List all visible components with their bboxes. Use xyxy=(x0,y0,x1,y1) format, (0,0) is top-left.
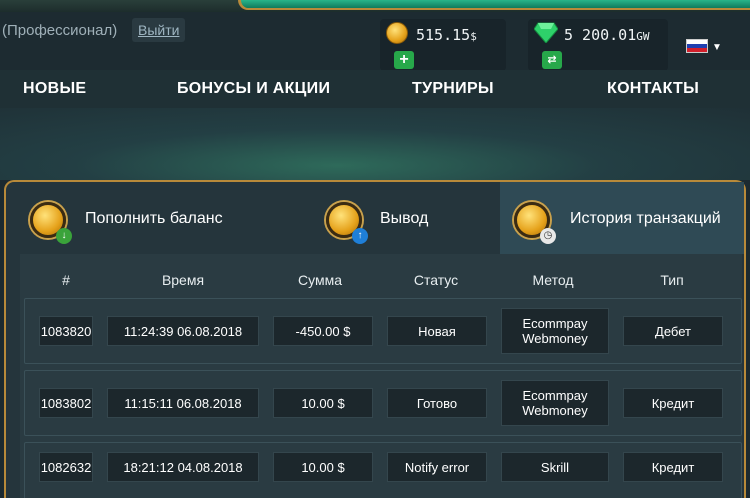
table-row: 1082632 18:21:12 04.08.2018 10.00 $ Noti… xyxy=(24,442,742,498)
nav-item-tournaments[interactable]: ТУРНИРЫ xyxy=(412,80,494,98)
gold-coin-icon xyxy=(386,22,408,44)
row-amount: -450.00 $ xyxy=(273,316,373,346)
col-header-amount: Сумма xyxy=(298,272,342,288)
row-id: 1082632 xyxy=(39,452,93,482)
table-row: 1083820 11:24:39 06.08.2018 -450.00 $ Но… xyxy=(24,298,742,364)
tab-history-label: История транзакций xyxy=(570,210,721,227)
row-type: Кредит xyxy=(623,388,723,418)
row-amount: 10.00 $ xyxy=(273,452,373,482)
row-id: 1083820 xyxy=(39,316,93,346)
nav-item-contacts[interactable]: КОНТАКТЫ xyxy=(607,80,699,98)
col-header-method: Метод xyxy=(532,272,574,288)
cashier-panel: ↓ Пополнить баланс ↑ Вывод ◷ История тра… xyxy=(4,180,746,498)
row-type: Дебет xyxy=(623,316,723,346)
row-time: 11:24:39 06.08.2018 xyxy=(107,316,259,346)
gem-balance-unit: GW xyxy=(636,30,650,43)
tab-deposit[interactable]: ↓ Пополнить баланс xyxy=(6,182,308,254)
user-status: (Профессионал) xyxy=(2,22,118,39)
gold-balance: 515.15$ xyxy=(416,26,477,44)
row-status: Новая xyxy=(387,316,487,346)
gem-wallet: 5 200.01GW ⇄ xyxy=(528,19,668,71)
nav-item-bonuses[interactable]: БОНУСЫ И АКЦИИ xyxy=(177,80,330,98)
row-method-line2: Webmoney xyxy=(522,331,588,346)
row-method-line1: Ecommpay xyxy=(522,316,588,331)
col-header-time: Время xyxy=(161,272,205,288)
row-method: Ecommpay Webmoney xyxy=(501,380,609,426)
main-nav: НОВЫЕ БОНУСЫ И АКЦИИ ТУРНИРЫ КОНТАКТЫ xyxy=(0,70,750,108)
row-status: Готово xyxy=(387,388,487,418)
row-type: Кредит xyxy=(623,452,723,482)
gem-balance: 5 200.01GW xyxy=(564,26,650,44)
shuffle-icon[interactable]: ⇄ xyxy=(542,51,562,69)
clock-icon: ◷ xyxy=(540,228,556,244)
row-amount: 10.00 $ xyxy=(273,388,373,418)
tab-withdraw[interactable]: ↑ Вывод xyxy=(308,182,500,254)
col-header-type: Тип xyxy=(660,272,684,288)
col-header-id: # xyxy=(62,272,70,288)
row-method-line2: Webmoney xyxy=(522,403,588,418)
row-method: Skrill xyxy=(501,452,609,482)
row-method-line1: Ecommpay xyxy=(522,388,588,403)
chevron-down-icon[interactable]: ▼ xyxy=(712,42,722,53)
row-id: 1083802 xyxy=(39,388,93,418)
tab-deposit-label: Пополнить баланс xyxy=(85,210,223,227)
logout-link[interactable]: Выйти xyxy=(132,18,186,42)
arrow-down-icon: ↓ xyxy=(56,228,72,244)
top-decor-bar xyxy=(0,0,750,12)
gold-balance-unit: $ xyxy=(470,30,477,43)
tab-history[interactable]: ◷ История транзакций xyxy=(500,182,744,254)
gold-balance-value: 515.15 xyxy=(416,26,471,44)
arrow-up-icon: ↑ xyxy=(352,228,368,244)
hero-banner xyxy=(0,108,750,180)
row-time: 18:21:12 04.08.2018 xyxy=(107,452,259,482)
nav-item-new[interactable]: НОВЫЕ xyxy=(23,80,86,98)
header: (Профессионал) Выйти 515.15$ + 5 200.01G… xyxy=(0,12,750,71)
plus-icon[interactable]: + xyxy=(394,51,414,69)
row-method: Ecommpay Webmoney xyxy=(501,308,609,354)
russian-flag-icon[interactable] xyxy=(686,39,708,53)
gem-balance-value: 5 200.01 xyxy=(564,26,637,44)
table-row: 1083802 11:15:11 06.08.2018 10.00 $ Гото… xyxy=(24,370,742,436)
transactions-table: # Время Сумма Статус Метод Тип 1083820 1… xyxy=(20,254,742,498)
row-time: 11:15:11 06.08.2018 xyxy=(107,388,259,418)
tab-withdraw-label: Вывод xyxy=(380,210,429,227)
col-header-status: Статус xyxy=(413,272,459,288)
gold-wallet: 515.15$ + xyxy=(380,19,506,71)
row-status: Notify error xyxy=(387,452,487,482)
top-decor-gold xyxy=(238,0,750,10)
